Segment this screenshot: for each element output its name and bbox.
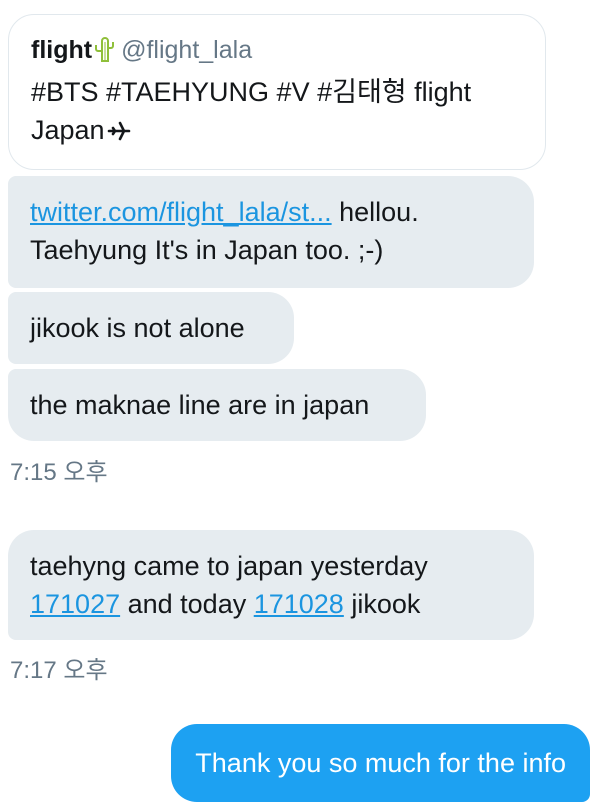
tweet-link[interactable]: twitter.com/flight_lala/st...: [30, 197, 332, 227]
message-text: and today: [120, 589, 254, 619]
message-line: 171027 and today 171028 jikook: [30, 585, 514, 623]
incoming-message-bubble[interactable]: the maknae line are in japan: [8, 369, 426, 441]
message-timestamp: 7:17 오후: [10, 657, 108, 684]
message-text: the maknae line are in japan: [30, 390, 370, 420]
incoming-message-bubble[interactable]: jikook is not alone: [8, 292, 294, 364]
quoted-tweet-line2-text: Japan: [31, 115, 105, 145]
incoming-message-bubble[interactable]: twitter.com/flight_lala/st... hellou. Ta…: [8, 176, 534, 288]
quoted-tweet-line2: Japan: [31, 111, 523, 152]
message-text: hellou.: [331, 197, 419, 227]
cactus-icon: [93, 36, 115, 71]
quoted-tweet-header: flight @flight_lala: [31, 33, 523, 71]
message-line: Taehyung It's in Japan too. ;-): [30, 235, 384, 265]
quoted-tweet-author-name: flight: [31, 36, 93, 64]
incoming-message-bubble[interactable]: taehyng came to japan yesterday 171027 a…: [8, 530, 534, 640]
quoted-tweet-card[interactable]: flight @flight_lala #BTS #TAEHYUNG #V #김태…: [8, 14, 546, 170]
message-text: jikook is not alone: [30, 313, 245, 343]
message-line: twitter.com/flight_lala/st... hellou.: [30, 193, 514, 231]
hashtag-link-171027[interactable]: 171027: [30, 589, 120, 619]
quoted-tweet-line1: #BTS #TAEHYUNG #V #김태형 flight: [31, 77, 472, 107]
quoted-tweet-text: #BTS #TAEHYUNG #V #김태형 flight Japan: [31, 73, 523, 152]
hashtag-link-171028[interactable]: 171028: [254, 589, 344, 619]
message-line: taehyng came to japan yesterday: [30, 551, 428, 581]
quoted-tweet-handle: @flight_lala: [121, 36, 253, 64]
airplane-icon: [107, 114, 131, 152]
message-timestamp: 7:15 오후: [10, 459, 108, 486]
outgoing-message-bubble[interactable]: Thank you so much for the info: [171, 724, 590, 802]
message-text: Thank you so much for the info: [195, 748, 566, 778]
message-text: jikook: [343, 589, 421, 619]
